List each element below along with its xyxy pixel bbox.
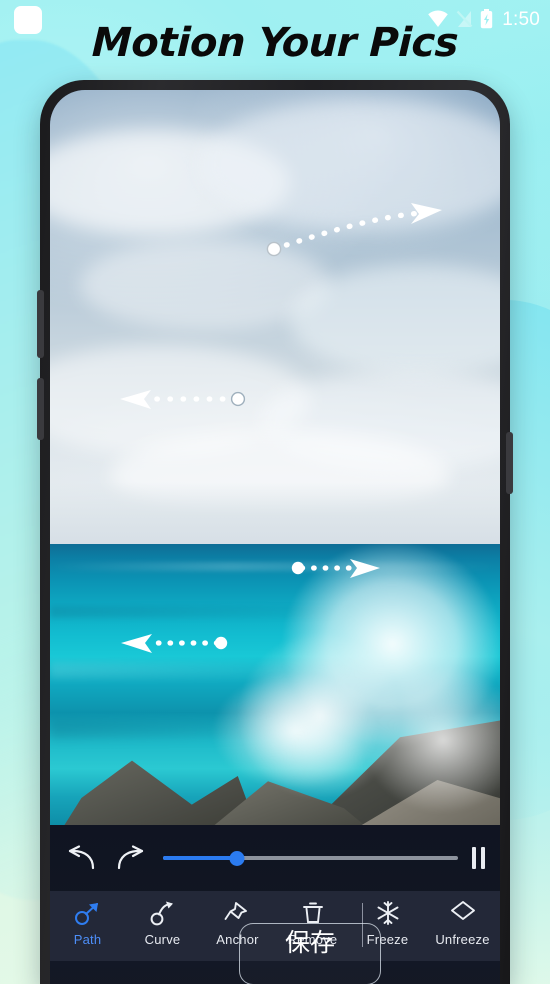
motion-path-4[interactable] (121, 634, 228, 653)
motion-path-1[interactable] (266, 203, 442, 257)
photo-canvas[interactable] (50, 90, 500, 825)
app-square-icon (14, 6, 42, 34)
motion-path-4-arrowhead[interactable] (121, 634, 152, 653)
motion-path-overlay[interactable] (50, 90, 500, 825)
phone-screen: Path Curve Anchor Remove Freeze Unfreeze… (50, 90, 500, 984)
motion-path-2-anchor[interactable] (230, 391, 246, 407)
motion-path-3-anchor[interactable] (291, 561, 305, 575)
motion-path-3-arrowhead[interactable] (350, 559, 380, 578)
tool-path[interactable]: Path (50, 898, 125, 947)
phone-mockup: Path Curve Anchor Remove Freeze Unfreeze… (37, 80, 513, 984)
curve-arrow-icon (149, 898, 177, 928)
pause-button[interactable] (472, 847, 485, 869)
signal-off-icon (456, 10, 473, 28)
tool-curve[interactable]: Curve (125, 898, 200, 947)
motion-path-3[interactable] (291, 559, 380, 578)
pause-bar (472, 847, 476, 869)
tool-unfreeze[interactable]: Unfreeze (425, 898, 500, 947)
playback-slider[interactable] (163, 841, 458, 875)
status-bar-clock: 1:50 (502, 8, 540, 30)
pause-bar (481, 847, 485, 869)
save-tooltip[interactable]: 保存 (239, 923, 381, 984)
battery-charging-icon (481, 9, 493, 29)
motion-path-2-arrowhead[interactable] (120, 390, 151, 409)
path-arrow-icon (74, 898, 102, 928)
redo-arrow-icon (117, 845, 144, 870)
status-bar: 1:50 (0, 0, 550, 40)
wifi-icon (428, 10, 449, 27)
undo-button[interactable] (65, 841, 99, 875)
playback-knob[interactable] (229, 850, 245, 866)
motion-path-1-trail (271, 210, 425, 252)
motion-path-2[interactable] (120, 390, 246, 409)
undo-arrow-icon (68, 845, 95, 870)
tool-unfreeze-label: Unfreeze (435, 932, 490, 947)
motion-path-1-anchor[interactable] (266, 241, 282, 257)
redo-button[interactable] (113, 841, 147, 875)
tool-curve-label: Curve (144, 932, 181, 947)
tool-path-label: Path (73, 932, 102, 947)
save-tooltip-label: 保存 (284, 928, 335, 957)
volume-up-button[interactable] (37, 290, 44, 358)
playback-progress (163, 856, 237, 860)
power-button[interactable] (506, 432, 513, 494)
motion-path-4-anchor[interactable] (214, 636, 228, 650)
eraser-icon (449, 898, 477, 928)
snowflake-icon (374, 898, 402, 928)
volume-down-button[interactable] (37, 378, 44, 440)
playback-bar (50, 825, 500, 891)
status-bar-icons: 1:50 (427, 5, 540, 33)
